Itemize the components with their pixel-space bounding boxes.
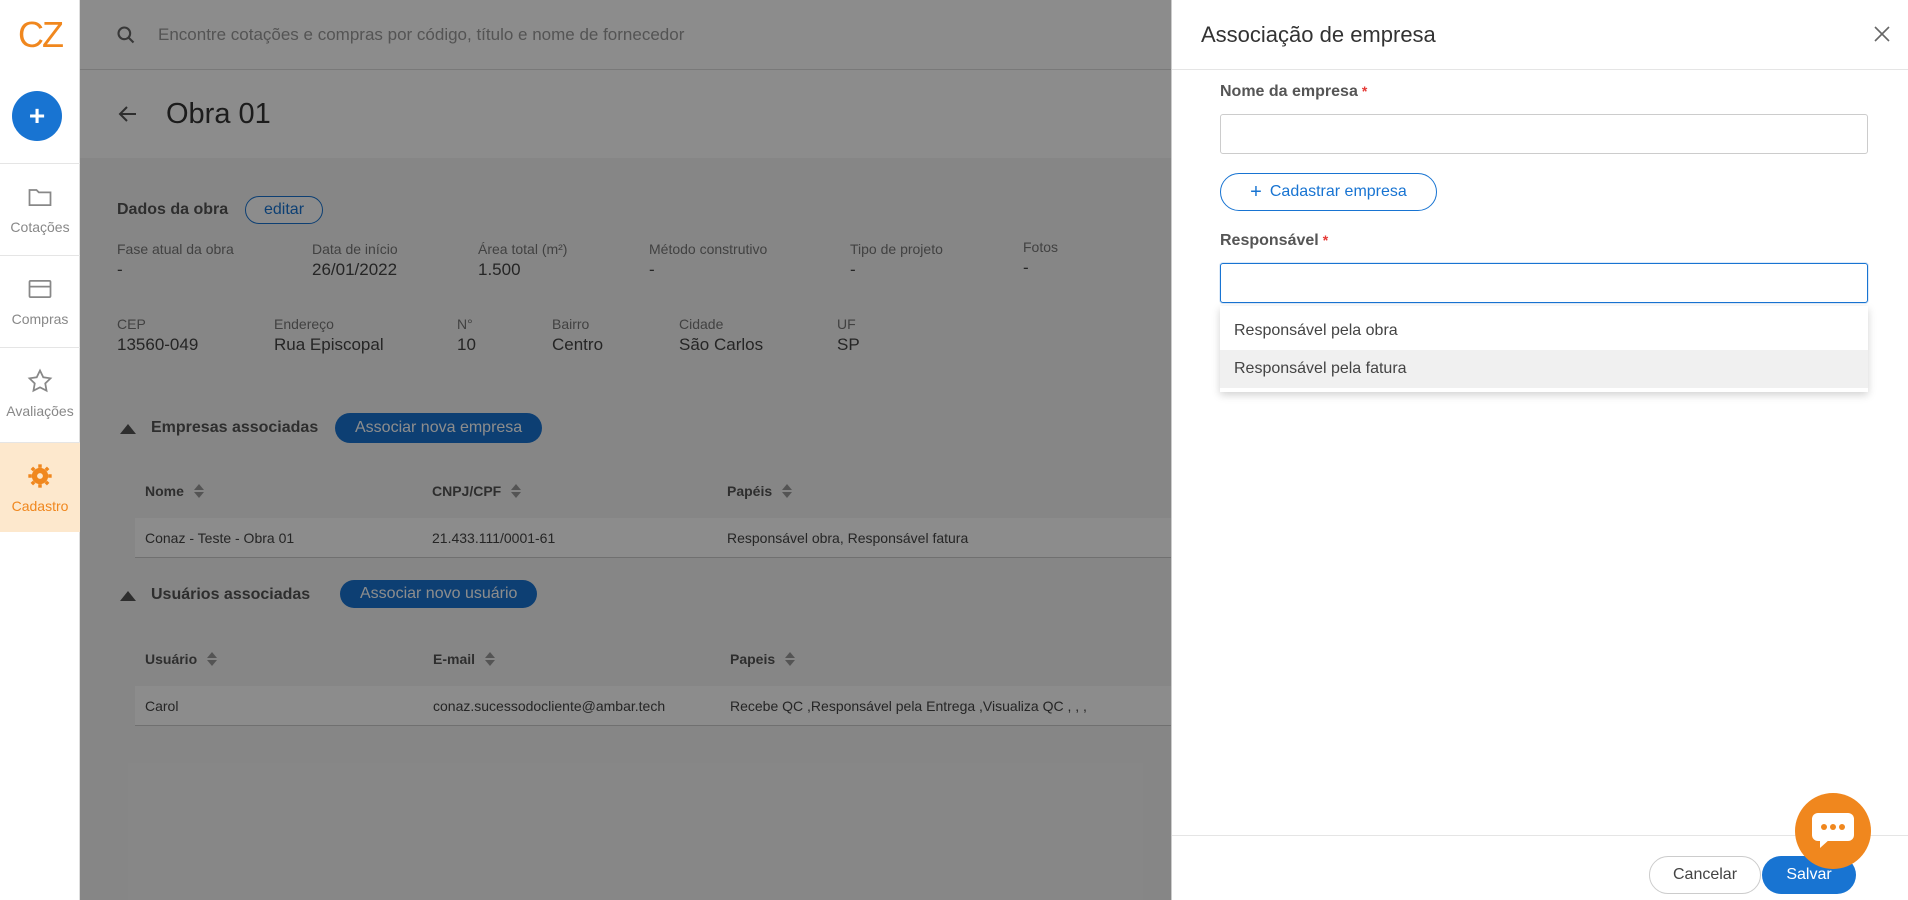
nav-item-label: Cadastro	[11, 497, 69, 514]
nav-item-avaliacoes[interactable]: Avaliações	[0, 347, 80, 437]
cancel-button[interactable]: Cancelar	[1649, 856, 1761, 894]
responsible-select[interactable]	[1220, 263, 1868, 303]
plus-icon: +	[1250, 181, 1262, 203]
drawer-header: Associação de empresa	[1172, 0, 1908, 70]
close-icon[interactable]	[1870, 22, 1894, 46]
modal-backdrop[interactable]	[80, 0, 1171, 900]
gear-icon	[28, 463, 52, 488]
nav-item-label: Cotações	[10, 218, 70, 235]
company-name-label: Nome da empresa *	[1220, 83, 1367, 101]
left-nav: CZ + Cotações Compras Avaliações Cadastr…	[0, 0, 80, 900]
app-logo[interactable]: CZ	[0, 0, 80, 70]
nav-item-label: Avaliações	[6, 402, 74, 419]
chat-widget-button[interactable]	[1795, 793, 1871, 869]
card-icon	[28, 279, 52, 298]
nav-item-cadastro[interactable]: Cadastro	[0, 442, 80, 532]
drawer-title: Associação de empresa	[1201, 21, 1436, 47]
nav-item-compras[interactable]: Compras	[0, 255, 80, 345]
option-responsavel-obra[interactable]: Responsável pela obra	[1220, 312, 1868, 350]
folder-icon	[28, 188, 52, 206]
star-icon	[27, 367, 53, 392]
associacao-empresa-drawer: Associação de empresa Nome da empresa * +…	[1171, 0, 1908, 900]
register-company-label: Cadastrar empresa	[1269, 183, 1407, 200]
nav-item-label: Compras	[11, 310, 69, 327]
required-mark: *	[1322, 232, 1329, 248]
company-name-label-text: Nome da empresa	[1220, 83, 1358, 100]
required-mark: *	[1361, 83, 1368, 99]
responsible-label-text: Responsável	[1220, 232, 1319, 249]
responsible-dropdown-menu: Responsável pela obra Responsável pela f…	[1220, 306, 1868, 392]
register-company-button[interactable]: + Cadastrar empresa	[1220, 173, 1437, 211]
responsible-label: Responsável *	[1220, 232, 1328, 250]
chat-bubble-icon	[1812, 813, 1854, 848]
company-name-input[interactable]	[1220, 114, 1868, 154]
option-responsavel-fatura[interactable]: Responsável pela fatura	[1220, 350, 1868, 388]
create-fab-button[interactable]: +	[12, 91, 62, 141]
nav-item-cotacoes[interactable]: Cotações	[0, 163, 80, 253]
